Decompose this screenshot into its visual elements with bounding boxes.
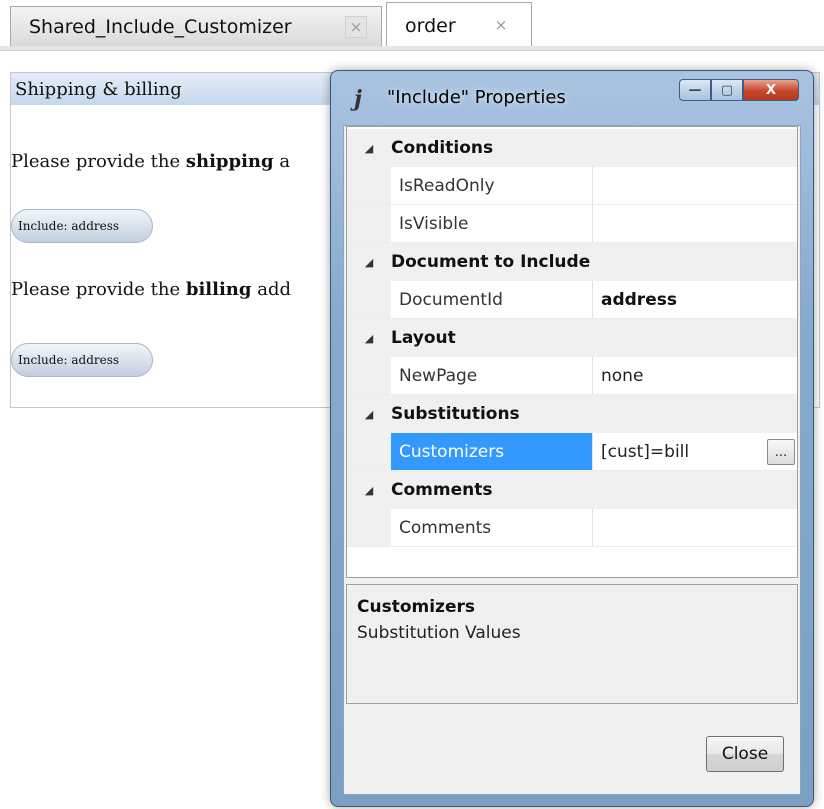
property-row-isvisible[interactable]: IsVisible <box>347 205 797 243</box>
include-properties-dialog: j "Include" Properties — ▢ X ◢ Condition… <box>330 70 814 807</box>
property-name: DocumentId <box>391 281 593 318</box>
category-document-to-include[interactable]: ◢ Document to Include <box>347 243 797 281</box>
description-title: Customizers <box>357 597 475 617</box>
maximize-button[interactable]: ▢ <box>711 79 743 101</box>
description-text: Substitution Values <box>357 623 521 643</box>
ellipsis-button[interactable]: ... <box>767 439 795 465</box>
category-comments[interactable]: ◢ Comments <box>347 471 797 509</box>
property-grid: ◢ Conditions IsReadOnly IsVisible ◢ Docu… <box>346 126 798 578</box>
dialog-titlebar[interactable]: j "Include" Properties — ▢ X <box>331 71 813 123</box>
collapse-triangle-icon[interactable]: ◢ <box>347 256 391 269</box>
app-icon: j <box>354 86 362 112</box>
category-label: Comments <box>391 480 493 500</box>
shipping-paragraph[interactable]: Please provide the shipping a <box>11 151 290 172</box>
property-name: IsReadOnly <box>391 167 593 204</box>
property-row-customizers[interactable]: Customizers [cust]=bill ... <box>347 433 797 471</box>
property-value[interactable] <box>593 205 797 242</box>
collapse-triangle-icon[interactable]: ◢ <box>347 332 391 345</box>
category-substitutions[interactable]: ◢ Substitutions <box>347 395 797 433</box>
close-icon[interactable]: × <box>345 16 367 38</box>
tab-order[interactable]: order × <box>386 2 532 48</box>
property-row-isreadonly[interactable]: IsReadOnly <box>347 167 797 205</box>
category-label: Conditions <box>391 138 494 158</box>
description-panel: Customizers Substitution Values <box>346 584 798 704</box>
tab-shared-include-customizer[interactable]: Shared_Include_Customizer × <box>10 6 382 46</box>
property-value[interactable]: address <box>593 281 797 318</box>
minimize-button[interactable]: — <box>679 79 711 101</box>
property-name: Comments <box>391 509 593 546</box>
billing-paragraph[interactable]: Please provide the billing add <box>11 279 291 300</box>
category-label: Substitutions <box>391 404 520 424</box>
property-row-newpage[interactable]: NewPage none <box>347 357 797 395</box>
property-name: IsVisible <box>391 205 593 242</box>
dialog-title: "Include" Properties <box>387 87 566 108</box>
tab-divider <box>0 46 824 51</box>
customizers-value[interactable]: [cust]=bill <box>601 442 689 462</box>
property-row-documentid[interactable]: DocumentId address <box>347 281 797 319</box>
close-button[interactable]: Close <box>706 736 784 772</box>
include-address-pill[interactable]: Include: address <box>11 209 153 243</box>
close-icon[interactable]: × <box>491 15 511 35</box>
tab-label: order <box>405 14 456 37</box>
property-name: NewPage <box>391 357 593 394</box>
property-value[interactable] <box>593 509 797 546</box>
window-close-button[interactable]: X <box>743 79 799 101</box>
property-name: Customizers <box>391 433 593 470</box>
dialog-client-area: ◢ Conditions IsReadOnly IsVisible ◢ Docu… <box>343 125 801 795</box>
category-conditions[interactable]: ◢ Conditions <box>347 129 797 167</box>
category-label: Layout <box>391 328 456 348</box>
include-address-pill[interactable]: Include: address <box>11 343 153 377</box>
collapse-triangle-icon[interactable]: ◢ <box>347 408 391 421</box>
property-value[interactable] <box>593 167 797 204</box>
property-value-customizers[interactable]: [cust]=bill ... <box>593 433 797 470</box>
caption-buttons: — ▢ X <box>679 79 799 101</box>
document-tab-bar: Shared_Include_Customizer × order × <box>0 0 824 51</box>
collapse-triangle-icon[interactable]: ◢ <box>347 142 391 155</box>
property-row-comments[interactable]: Comments <box>347 509 797 547</box>
category-label: Document to Include <box>391 252 591 272</box>
tab-label: Shared_Include_Customizer <box>29 15 292 38</box>
collapse-triangle-icon[interactable]: ◢ <box>347 484 391 497</box>
property-value[interactable]: none <box>593 357 797 394</box>
category-layout[interactable]: ◢ Layout <box>347 319 797 357</box>
